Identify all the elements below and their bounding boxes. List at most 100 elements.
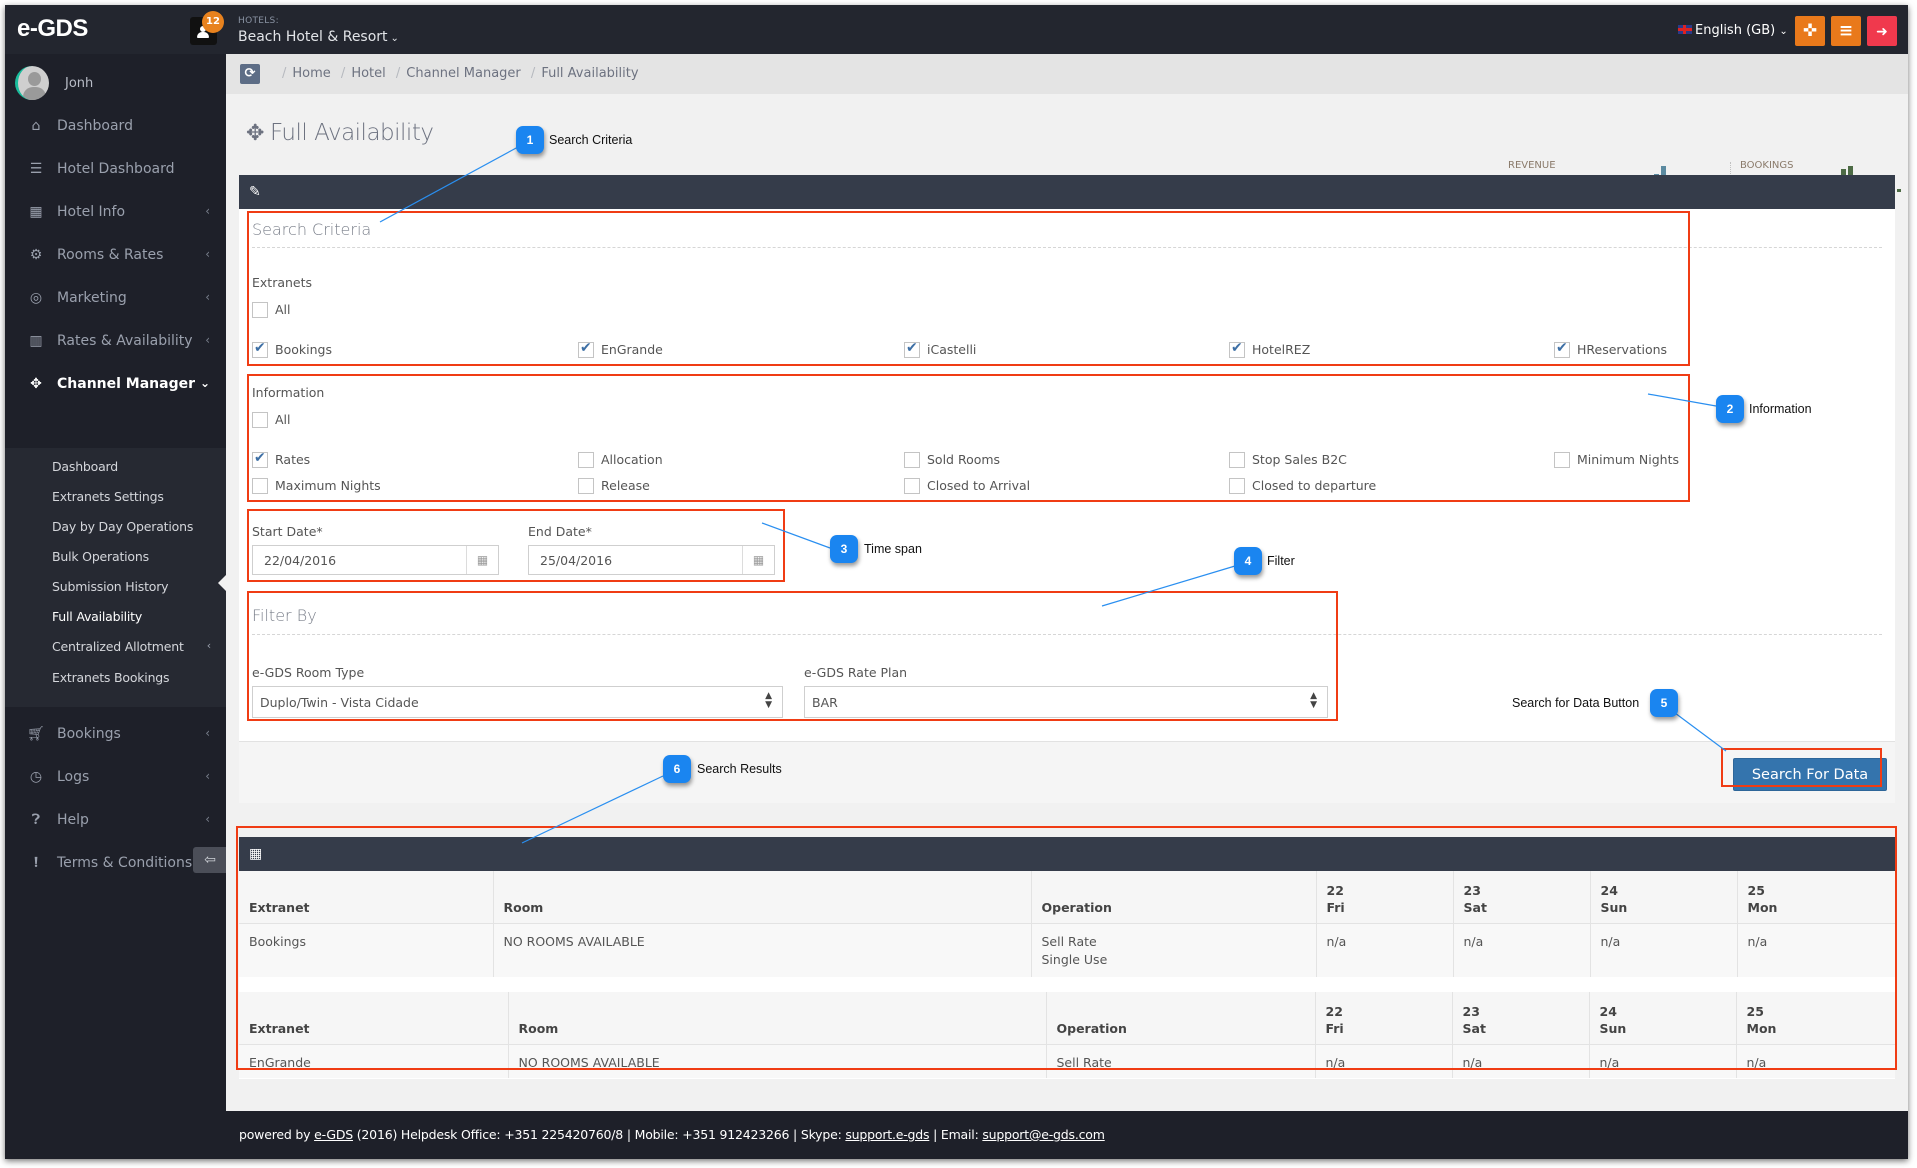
checkbox-label: Bookings [275, 342, 332, 357]
extranet-icastelli-checkbox[interactable]: iCastelli [904, 340, 976, 358]
home-icon: ⌂ [31, 118, 41, 134]
panel-header: ▦ [239, 837, 1895, 871]
panel-header: ✎ [239, 175, 1895, 209]
sidebar-item-label: Bookings [57, 726, 121, 742]
sidebar-item-channel-manager[interactable]: ✥ Channel Manager ⌄ [5, 364, 226, 407]
breadcrumb-home[interactable]: Home [292, 66, 330, 81]
checkbox-box [1554, 452, 1570, 468]
column-header: 23 Sat [1452, 992, 1590, 1045]
sidebar-item-hotel-info[interactable]: ▦ Hotel Info ‹ [5, 192, 226, 235]
submenu-item-extranets-bookings[interactable]: Extranets Bookings [52, 670, 222, 685]
callout-6: 6 [663, 755, 691, 783]
search-for-data-button[interactable]: Search For Data [1733, 758, 1887, 791]
chevron-left-icon: ‹ [205, 812, 210, 826]
hotel-name: Beach Hotel & Resort [238, 29, 388, 45]
search-panel: ✎ Search Criteria Extranets All Bookings… [239, 175, 1895, 803]
submenu-item-dashboard[interactable]: Dashboard [52, 459, 222, 474]
hotel-selector[interactable]: Beach Hotel & Resort ⌄ [238, 29, 399, 45]
submenu-item-day-by-day[interactable]: Day by Day Operations [52, 519, 222, 534]
language-label: English (GB) [1695, 23, 1776, 38]
start-date-input[interactable]: 22/04/2016 ▦ [252, 545, 499, 575]
info-allocation-checkbox[interactable]: Allocation [578, 452, 663, 468]
gears-icon: ⚙ [29, 247, 43, 263]
cell-operation: Sell Rate Single Use [1031, 923, 1317, 977]
rate-plan-select[interactable]: BAR ▲ ▼ [804, 686, 1328, 718]
bookings-label: BOOKINGS [1740, 160, 1794, 171]
checkmark-icon [252, 450, 268, 468]
calendar-icon[interactable]: ▦ [742, 546, 774, 574]
sidebar-item-logs[interactable]: ◷ Logs ‹ [5, 757, 226, 800]
checkbox-box [904, 478, 920, 494]
submenu-item-submission-history[interactable]: Submission History [52, 579, 222, 594]
checkmark-icon [1554, 340, 1570, 358]
callout-4-label: Filter [1267, 554, 1295, 568]
sidebar-item-label: Dashboard [57, 118, 133, 134]
calendar-icon[interactable]: ▦ [466, 546, 498, 574]
menu-button[interactable]: ≡ [1831, 16, 1861, 46]
column-header: 25 Mon [1736, 992, 1895, 1045]
extranets-all-checkbox[interactable]: All [252, 302, 291, 318]
info-sold-rooms-checkbox[interactable]: Sold Rooms [904, 452, 1000, 468]
extranet-engrande-checkbox[interactable]: EnGrande [578, 340, 663, 358]
logout-icon: ➜ [1876, 24, 1888, 40]
sidebar-item-bookings[interactable]: 🛒︎ Bookings ‹ [5, 714, 226, 757]
info-closed-arrival-checkbox[interactable]: Closed to Arrival [904, 478, 1030, 494]
extranet-hreservations-checkbox[interactable]: HReservations [1554, 340, 1667, 358]
callout-6-label: Search Results [697, 762, 782, 776]
checkbox-label: Closed to departure [1252, 478, 1377, 493]
checkbox-box [578, 452, 594, 468]
skype-link[interactable]: support.e-gds [845, 1127, 929, 1142]
checkmark-icon [904, 340, 920, 358]
info-closed-departure-checkbox[interactable]: Closed to departure [1229, 478, 1376, 494]
room-type-select[interactable]: Duplo/Twin - Vista Cidade ▲ ▼ [252, 686, 783, 718]
info-maximum-nights-checkbox[interactable]: Maximum Nights [252, 478, 381, 494]
end-date-input[interactable]: 25/04/2016 ▦ [528, 545, 775, 575]
sidebar-item-rates-availability[interactable]: ▥ Rates & Availability ‹ [5, 321, 226, 364]
info-rates-checkbox[interactable]: Rates [252, 450, 310, 468]
breadcrumb-channel-manager[interactable]: Channel Manager [406, 66, 521, 81]
column-header: Extranet [239, 871, 494, 924]
server-icon: ☰ [29, 161, 43, 177]
sidebar-item-marketing[interactable]: ◎ Marketing ‹ [5, 278, 226, 321]
select-arrows-icon: ▲ ▼ [1310, 691, 1317, 710]
information-label: Information [252, 385, 325, 400]
sidebar-item-rooms-rates[interactable]: ⚙ Rooms & Rates ‹ [5, 235, 226, 278]
checkbox-box [578, 478, 594, 494]
collapse-sidebar-button[interactable]: ⇦ [193, 847, 227, 873]
email-link[interactable]: support@e-gds.com [982, 1127, 1105, 1142]
submenu-item-bulk-operations[interactable]: Bulk Operations [52, 549, 222, 564]
extranet-hotelrez-checkbox[interactable]: HotelREZ [1229, 340, 1310, 358]
checkbox-box [252, 302, 268, 318]
information-all-checkbox[interactable]: All [252, 412, 291, 428]
sparkline-bar [1897, 189, 1901, 192]
sidebar-item-label: Rates & Availability [57, 333, 193, 349]
extranet-bookings-checkbox[interactable]: Bookings [252, 340, 332, 358]
breadcrumb-bar: ⟳ / Home / Hotel / Channel Manager / Full Av… [226, 54, 1908, 94]
cell-value: n/a [1316, 923, 1454, 977]
hotels-label: HOTELS: [238, 16, 279, 26]
cell-room: NO ROOMS AVAILABLE [493, 923, 1032, 977]
breadcrumb-hotel[interactable]: Hotel [351, 66, 385, 81]
brand-link[interactable]: e-GDS [314, 1127, 353, 1142]
submenu-item-centralized-allotment[interactable]: Centralized Allotment ‹ [52, 639, 222, 654]
refresh-button[interactable]: ⟳ [240, 64, 260, 84]
sidebar-item-help[interactable]: ❓︎ Help ‹ [5, 800, 226, 843]
results-table: Extranet Room Operation 22 Fri 23 Sat 24… [239, 871, 1895, 977]
sidebar-item-dashboard[interactable]: ⌂ Dashboard [5, 106, 226, 149]
language-selector[interactable]: English (GB) ⌄ [1678, 23, 1788, 38]
logo[interactable]: e-GDS [17, 15, 88, 43]
notifications-button[interactable]: 12 [190, 11, 224, 45]
checkbox-box [252, 478, 268, 494]
callout-3-label: Time span [864, 542, 922, 556]
info-minimum-nights-checkbox[interactable]: Minimum Nights [1554, 452, 1679, 468]
logout-button[interactable]: ➜ [1867, 16, 1897, 46]
question-icon: ❓︎ [31, 812, 41, 828]
checkbox-label: Minimum Nights [1577, 452, 1679, 467]
info-release-checkbox[interactable]: Release [578, 478, 650, 494]
sidebar-item-hotel-dashboard[interactable]: ☰ Hotel Dashboard [5, 149, 226, 192]
submenu-item-extranets-settings[interactable]: Extranets Settings [52, 489, 222, 504]
submenu-item-full-availability[interactable]: Full Availability [52, 609, 222, 624]
info-stop-sales-checkbox[interactable]: Stop Sales B2C [1229, 452, 1347, 468]
fullscreen-button[interactable]: ✜ [1795, 16, 1825, 46]
chevron-left-icon: ‹ [206, 639, 211, 652]
